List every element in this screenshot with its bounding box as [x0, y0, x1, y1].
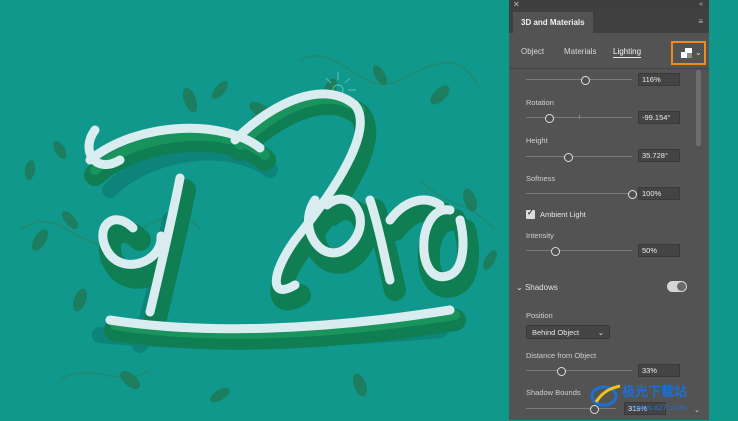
ambient-light-checkbox[interactable]: ✓: [526, 208, 535, 219]
softness-slider-track[interactable]: [526, 193, 632, 194]
ambient-light-label: Ambient Light: [540, 210, 586, 219]
position-dropdown[interactable]: Behind Object ⌄: [526, 325, 610, 339]
shadows-label: Shadows: [524, 283, 558, 292]
height-label: Height: [526, 136, 548, 145]
watermark-url: www.xz7.com: [632, 403, 687, 412]
light-preset-button[interactable]: ⌄: [671, 41, 706, 65]
tab-object[interactable]: Object: [521, 47, 544, 56]
intensity-slider-knob[interactable]: [550, 246, 560, 256]
watermark-text: 极光下载站: [622, 384, 687, 400]
softness-label: Softness: [526, 174, 556, 183]
divider: [509, 68, 709, 69]
watermark-logo-icon: 极光下载站 www.xz7.com: [590, 384, 687, 412]
shadows-section-header[interactable]: ⌄ Shadows: [516, 283, 558, 292]
rotation-label: Rotation: [526, 98, 554, 107]
light-preset-icon: [681, 48, 692, 58]
close-icon[interactable]: ✕: [513, 0, 520, 9]
flora-artwork: [19, 54, 497, 402]
tab-lighting[interactable]: Lighting: [613, 47, 642, 58]
preset-slider-track[interactable]: [526, 79, 632, 80]
distance-slider-knob[interactable]: [556, 366, 566, 376]
3d-materials-panel: ✕ « 3D and Materials ≡ Object Materials …: [509, 0, 709, 420]
check-icon: ✓: [527, 208, 534, 217]
distance-label: Distance from Object: [526, 351, 597, 360]
height-slider-track[interactable]: [526, 156, 632, 157]
intensity-value-field[interactable]: 50%: [638, 244, 680, 257]
panel-topbar: ✕ «: [509, 0, 709, 9]
toggle-thumb: [677, 282, 686, 291]
shadow-bounds-label: Shadow Bounds: [526, 388, 581, 397]
shadows-toggle[interactable]: [667, 281, 687, 292]
collapse-icon[interactable]: «: [699, 0, 703, 9]
panel-tabbar: 3D and Materials ≡: [509, 9, 709, 33]
chevron-down-icon: ⌄: [695, 48, 702, 57]
position-value: Behind Object: [532, 328, 580, 337]
preset-slider-knob[interactable]: [581, 75, 591, 85]
tab-materials[interactable]: Materials: [564, 47, 596, 56]
height-slider-knob[interactable]: [564, 152, 574, 162]
softness-slider-knob[interactable]: [628, 189, 637, 199]
distance-slider-track[interactable]: [526, 370, 632, 371]
position-label: Position: [526, 311, 553, 320]
rotation-slider-knob[interactable]: [545, 113, 555, 123]
watermark: 极光下载站 www.xz7.com: [590, 376, 730, 416]
intensity-slider-track[interactable]: [526, 250, 632, 251]
background-strip: [709, 0, 738, 420]
chevron-down-icon: ⌄: [597, 328, 604, 337]
softness-value-field[interactable]: 100%: [638, 187, 680, 200]
rotation-value-field[interactable]: -99.154°: [638, 111, 680, 124]
rotation-center-tick: [579, 115, 580, 119]
panel-title-tab[interactable]: 3D and Materials: [513, 12, 593, 33]
panel-scrollbar[interactable]: [696, 70, 701, 146]
preset-value-field[interactable]: 116%: [638, 73, 680, 86]
chevron-down-icon: ⌄: [516, 283, 523, 292]
height-value-field[interactable]: 35.728°: [638, 149, 680, 162]
intensity-label: Intensity: [526, 231, 554, 240]
panel-menu-icon[interactable]: ≡: [698, 18, 703, 26]
artwork-canvas: [0, 0, 508, 420]
